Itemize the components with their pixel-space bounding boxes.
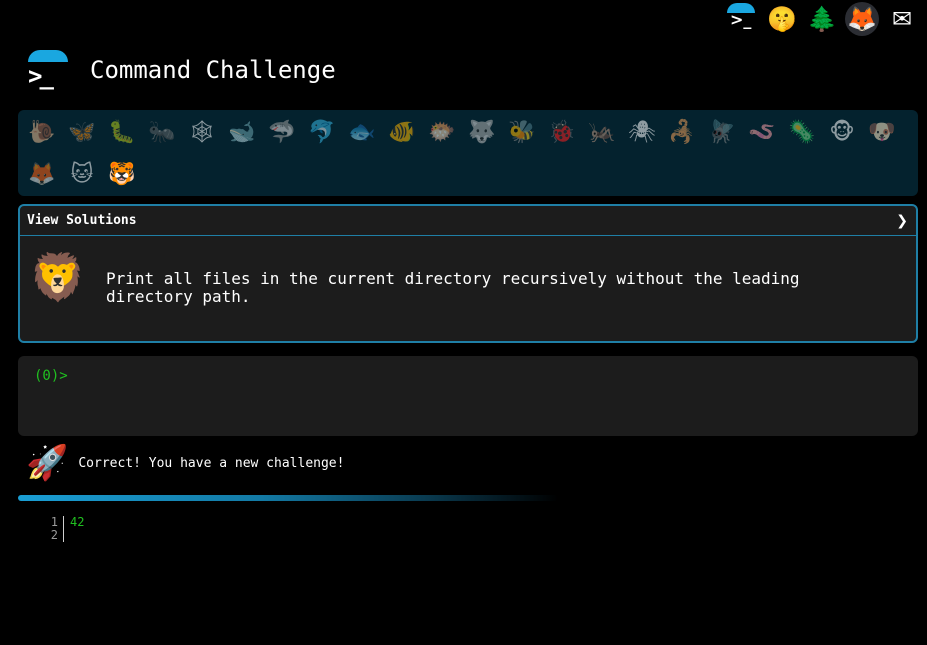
logo-prompt: >_: [730, 10, 752, 29]
microbe-icon[interactable]: 🦠: [782, 112, 822, 154]
progress-bar: [18, 495, 558, 501]
line-content: 42: [70, 515, 85, 529]
wolf-icon[interactable]: 🐺: [462, 112, 502, 154]
output-line: 1 42: [40, 516, 84, 529]
tiger-icon[interactable]: 🐯: [102, 154, 142, 196]
dolphin-icon[interactable]: 🐬: [302, 112, 342, 154]
line-number: 2: [40, 529, 64, 542]
tropical-fish-icon[interactable]: 🐠: [382, 112, 422, 154]
ladybug-icon[interactable]: 🐞: [542, 112, 582, 154]
dog-icon[interactable]: 🐶: [862, 112, 902, 154]
fox-icon[interactable]: 🦊: [22, 154, 62, 196]
snail-icon[interactable]: 🐌: [22, 112, 62, 154]
cricket-icon[interactable]: 🦗: [582, 112, 622, 154]
logo-prompt: >_: [28, 62, 54, 90]
header: >_ Command Challenge: [26, 48, 336, 92]
shark-icon[interactable]: 🦈: [262, 112, 302, 154]
challenge-body: 🦁 Print all files in the current directo…: [20, 236, 916, 316]
blowfish-icon[interactable]: 🐡: [422, 112, 462, 154]
monkey-icon[interactable]: 🐵: [822, 112, 862, 154]
whale-icon[interactable]: 🐋: [222, 112, 262, 154]
tree-icon[interactable]: 🌲: [805, 2, 839, 36]
gitlab-icon[interactable]: 🦊: [845, 2, 879, 36]
terminal[interactable]: (0)>: [18, 356, 918, 436]
bee-icon[interactable]: 🐝: [502, 112, 542, 154]
mail-icon[interactable]: ✉: [885, 2, 919, 36]
fly-icon[interactable]: 🪰: [702, 112, 742, 154]
page: >_ 🤫 🌲 🦊 ✉ >_ Command Challenge 🐌 🦋 🐛 🐜 🕸 🐋 🦈 🐬…: [0, 0, 927, 645]
butterfly-icon[interactable]: 🦋: [62, 112, 102, 154]
terminal-prompt: (0)>: [34, 368, 68, 384]
command-output: 1 42 2: [40, 516, 84, 542]
view-solutions-toggle[interactable]: View Solutions ❯: [20, 206, 916, 236]
chevron-right-icon: ❯: [896, 212, 908, 229]
app-logo-icon[interactable]: >_: [26, 48, 70, 92]
line-content: [64, 529, 70, 542]
spider-web-icon[interactable]: 🕸: [182, 112, 222, 154]
rocket-icon: 🚀: [26, 443, 69, 483]
top-icon-bar: >_ 🤫 🌲 🦊 ✉: [725, 2, 919, 36]
ant-icon[interactable]: 🐜: [142, 112, 182, 154]
worm-icon[interactable]: 🪱: [742, 112, 782, 154]
command-challenge-mini-logo-icon[interactable]: >_: [725, 2, 759, 36]
caterpillar-icon[interactable]: 🐛: [102, 112, 142, 154]
view-solutions-label: View Solutions: [27, 213, 137, 228]
shushing-face-icon[interactable]: 🤫: [765, 2, 799, 36]
fish-icon[interactable]: 🐟: [342, 112, 382, 154]
scorpion-icon[interactable]: 🦂: [662, 112, 702, 154]
output-line: 2: [40, 529, 84, 542]
cat-icon[interactable]: 🐱: [62, 154, 102, 196]
page-title: Command Challenge: [90, 56, 336, 84]
spider-icon[interactable]: 🕷: [622, 112, 662, 154]
logo-cap: [28, 50, 68, 62]
challenge-text: Print all files in the current directory…: [106, 269, 800, 306]
solution-card: View Solutions ❯ 🦁 Print all files in th…: [18, 204, 918, 343]
challenge-animal-strip: 🐌 🦋 🐛 🐜 🕸 🐋 🦈 🐬 🐟 🐠 🐡 🐺 🐝 🐞 🦗 🕷 🦂 🪰 🪱 🦠 🐵 🐶 🦊 🐱 🐯: [18, 110, 918, 196]
command-input[interactable]: [76, 368, 857, 384]
lion-icon: 🦁: [29, 250, 87, 304]
result-banner: 🚀 Correct! You have a new challenge!: [26, 446, 344, 480]
result-message: Correct! You have a new challenge!: [78, 455, 345, 471]
